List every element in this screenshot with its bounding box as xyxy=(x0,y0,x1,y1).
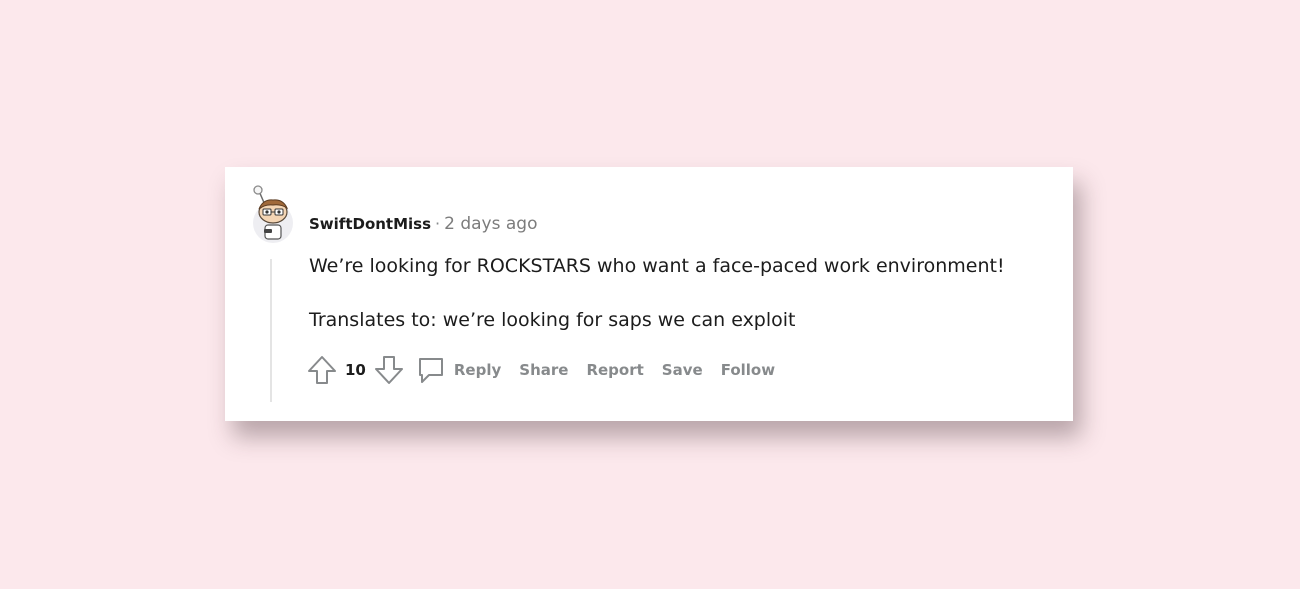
snoo-avatar-icon xyxy=(253,185,293,243)
upvote-arrow-icon xyxy=(308,356,336,384)
vote-count: 10 xyxy=(345,361,366,379)
reply-button[interactable]: Reply xyxy=(416,355,501,385)
reply-label[interactable]: Reply xyxy=(454,361,501,379)
username[interactable]: SwiftDontMiss xyxy=(309,215,431,233)
comment-bubble-icon xyxy=(418,358,443,383)
share-button[interactable]: Share xyxy=(519,361,568,379)
follow-button[interactable]: Follow xyxy=(721,361,775,379)
comment-actions: 10 Reply Share Report Save Follow xyxy=(307,354,775,386)
downvote-button[interactable] xyxy=(374,355,404,385)
meta-separator: · xyxy=(435,214,441,233)
comment-paragraph: Translates to: we’re looking for saps we… xyxy=(309,309,796,331)
downvote-arrow-icon xyxy=(374,356,403,384)
report-button[interactable]: Report xyxy=(586,361,643,379)
comment-meta: SwiftDontMiss · 2 days ago xyxy=(309,211,537,237)
upvote-button[interactable] xyxy=(307,355,337,385)
comment-paragraph: We’re looking for ROCKSTARS who want a f… xyxy=(309,255,1005,277)
thread-line[interactable] xyxy=(270,259,272,402)
timestamp[interactable]: 2 days ago xyxy=(444,214,537,234)
comment-card: SwiftDontMiss · 2 days ago We’re looking f… xyxy=(225,167,1073,421)
save-button[interactable]: Save xyxy=(662,361,703,379)
avatar[interactable] xyxy=(249,185,297,245)
